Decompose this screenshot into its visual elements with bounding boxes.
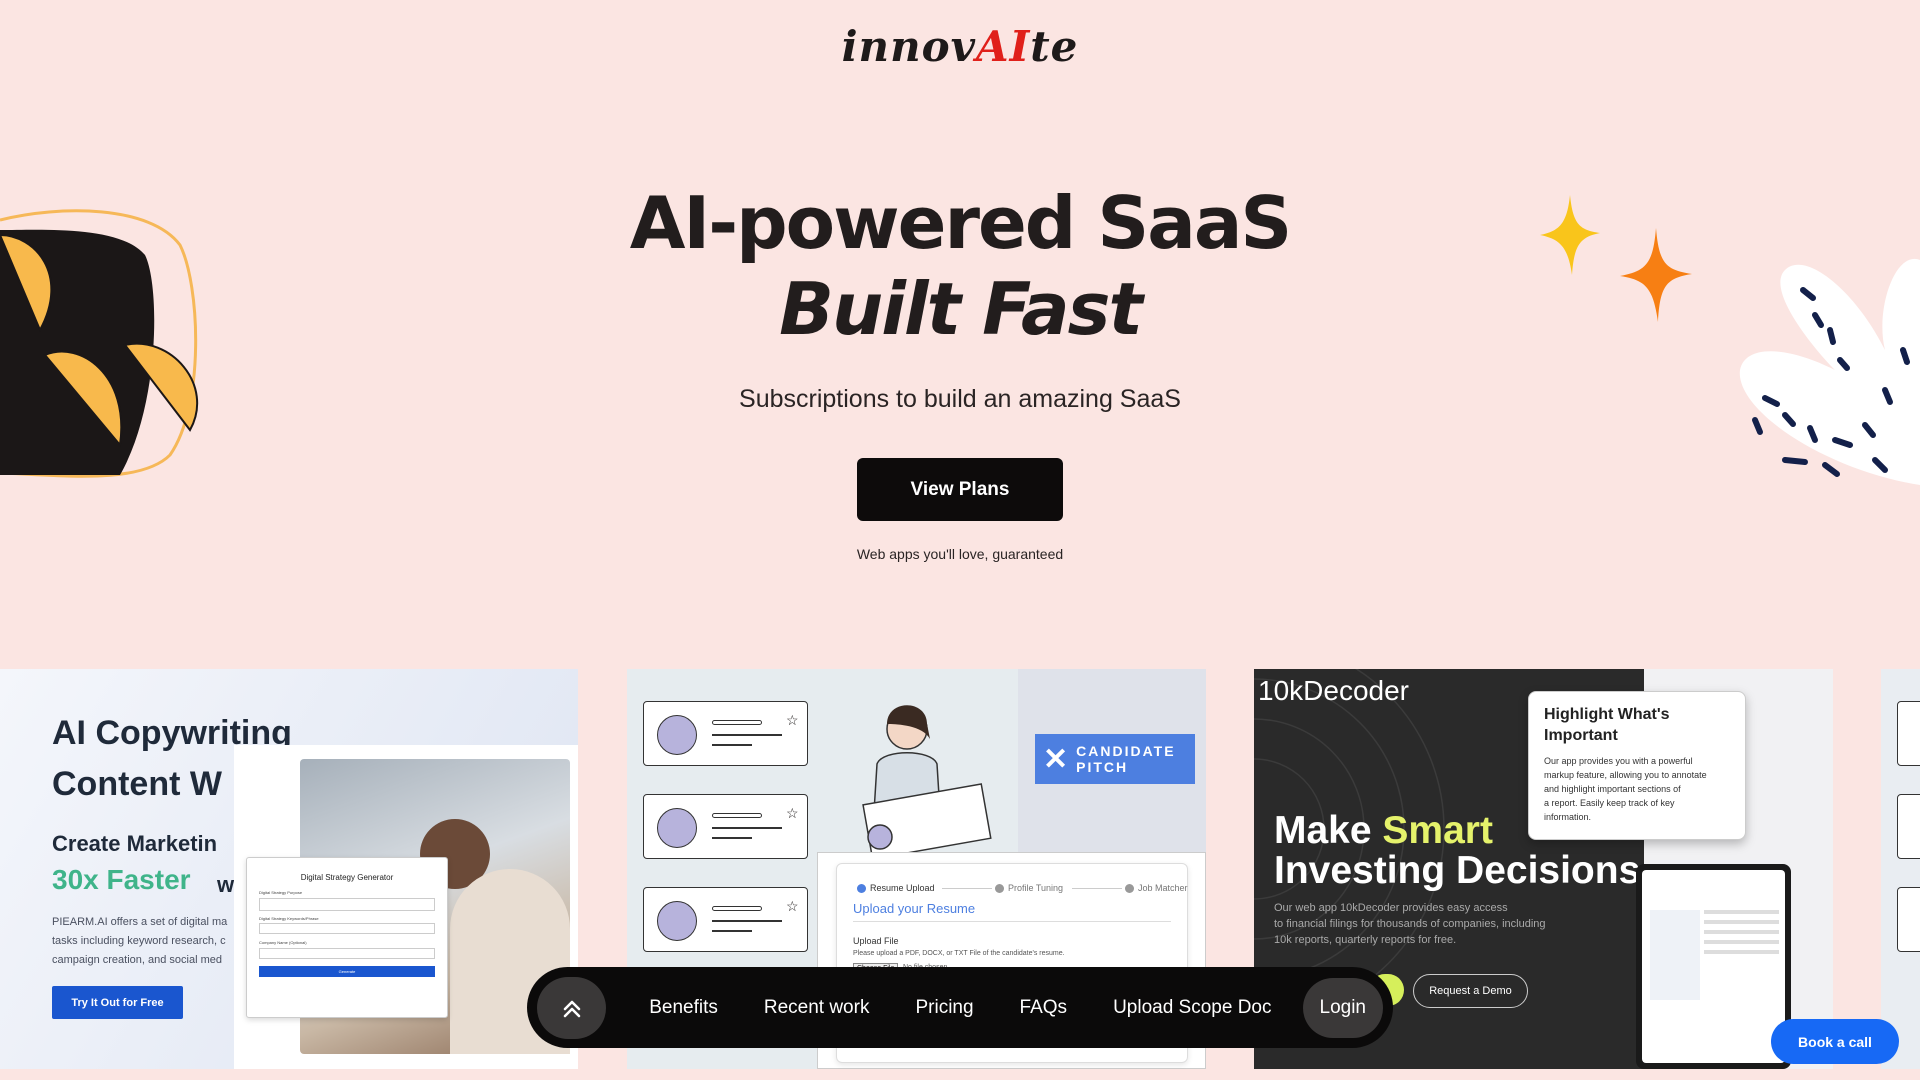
work-card-partial[interactable]	[1881, 669, 1920, 1069]
nav-faqs[interactable]: FAQs	[997, 997, 1091, 1019]
scroll-to-top-button[interactable]	[537, 976, 607, 1039]
card3-desc-line3: 10k reports, quarterly reports for free.	[1274, 934, 1457, 946]
form-label-2: Digital Strategy Keywords/Phrase	[259, 916, 319, 921]
badge-line2: PITCH	[1076, 759, 1129, 775]
form-label-1: Digital Strategy Purpose	[259, 890, 303, 895]
form-label-3: Company Name (Optional)	[259, 940, 307, 945]
profile-card-2: ☆	[643, 794, 808, 859]
step-job-matcher: Job Matcher	[1138, 883, 1188, 893]
upload-help-text: Please upload a PDF, DOCX, or TXT File o…	[853, 950, 1065, 957]
card3-desc-line2: to financial filings for thousands of co…	[1274, 918, 1546, 930]
form-input-2[interactable]	[259, 923, 435, 934]
brand-logo[interactable]: innovAIte	[0, 22, 1920, 71]
strategy-form-card: Digital Strategy Generator Digital Strat…	[246, 857, 448, 1018]
logo-text-part3: te	[1030, 22, 1079, 71]
popup-body-line3: and highlight important sections of	[1544, 784, 1681, 794]
card1-paragraph-line3: campaign creation, and social med	[52, 954, 222, 966]
card1-paragraph-line2: tasks including keyword research, c	[52, 935, 226, 947]
form-input-1[interactable]	[259, 898, 435, 911]
hero-title: AI-powered SaaS	[629, 181, 1293, 265]
avatar	[657, 901, 697, 941]
candidate-pitch-badge: ✕ CANDIDATE PITCH	[1035, 734, 1195, 784]
profile-card-1: ☆	[643, 701, 808, 766]
form-generate-button[interactable]: Generate	[259, 966, 435, 977]
nav-benefits[interactable]: Benefits	[626, 997, 741, 1019]
card1-heading-line2: Content W	[52, 765, 222, 803]
card3-headline-line1: Make Smart	[1274, 809, 1493, 853]
hero-tagline: Subscriptions to build an amazing SaaS	[739, 385, 1181, 413]
upload-file-label: Upload File	[853, 936, 899, 946]
headline-make: Make	[1274, 809, 1383, 852]
nav-recent-work[interactable]: Recent work	[741, 997, 893, 1019]
view-plans-button[interactable]: View Plans	[857, 458, 1063, 521]
card3-desc-line1: Our web app 10kDecoder provides easy acc…	[1274, 902, 1508, 914]
login-button[interactable]: Login	[1302, 977, 1383, 1038]
candidate-pitch-logo-icon: ✕	[1043, 742, 1069, 776]
card1-sub-line1: Create Marketin	[52, 831, 218, 856]
card1-sub-w: w	[217, 872, 235, 897]
floating-nav-bar: Benefits Recent work Pricing FAQs Upload…	[527, 967, 1393, 1048]
work-card-copywriting[interactable]: AI Copywriting Content W Create Marketin…	[0, 669, 578, 1069]
guarantee-note: Web apps you'll love, guaranteed	[856, 546, 1064, 562]
nav-upload-scope-doc[interactable]: Upload Scope Doc	[1090, 997, 1294, 1019]
card1-sub-faster: 30x Faster	[52, 864, 191, 895]
hero-subtitle: Built Fast	[779, 267, 1143, 351]
logo-text-part2: AI	[976, 22, 1031, 71]
avatar	[657, 808, 697, 848]
popup-title-line2: Important	[1544, 727, 1618, 744]
star-icon: ☆	[786, 898, 799, 914]
highlight-popup: Highlight What's Important Our app provi…	[1528, 691, 1746, 840]
popup-title-line1: Highlight What's	[1544, 706, 1670, 723]
popup-body-line1: Our app provides you with a powerful	[1544, 756, 1693, 766]
chevrons-up-icon	[563, 1000, 580, 1017]
laptop-mockup	[1636, 864, 1791, 1069]
card3-brand: 10kDecoder	[1258, 675, 1409, 706]
card1-try-button[interactable]: Try It Out for Free	[52, 986, 183, 1019]
profile-card-3: ☆	[643, 887, 808, 952]
popup-body-line5: information.	[1544, 812, 1592, 822]
form-input-3[interactable]	[259, 948, 435, 959]
badge-line1: CANDIDATE	[1076, 743, 1176, 759]
woman-illustration	[862, 705, 992, 860]
upload-title: Upload your Resume	[853, 901, 976, 916]
step-resume-upload: Resume Upload	[870, 883, 935, 893]
logo-text-part1: innov	[841, 22, 977, 71]
card1-paragraph-line1: PIEARM.AI offers a set of digital ma	[52, 916, 228, 928]
star-icon: ☆	[786, 712, 799, 728]
nav-pricing[interactable]: Pricing	[892, 997, 996, 1019]
avatar	[657, 715, 697, 755]
star-icon: ☆	[786, 805, 799, 821]
request-demo-button[interactable]: Request a Demo	[1413, 974, 1528, 1008]
book-a-call-button[interactable]: Book a call	[1771, 1019, 1899, 1064]
form-title: Digital Strategy Generator	[300, 873, 394, 882]
step-profile-tuning: Profile Tuning	[1008, 883, 1064, 893]
card3-headline-line2: Investing Decisions	[1274, 849, 1641, 892]
headline-smart: Smart	[1382, 809, 1493, 852]
popup-body-line2: markup feature, allowing you to annotate	[1544, 770, 1707, 780]
popup-body-line4: a report. Easily keep track of key	[1544, 798, 1675, 808]
